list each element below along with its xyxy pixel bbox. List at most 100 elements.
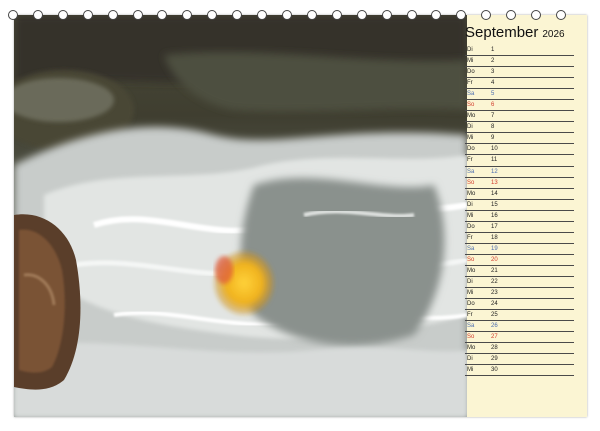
- year-label: 2026: [542, 29, 565, 40]
- day-number: 21: [491, 267, 498, 274]
- binding-hole: [456, 10, 467, 20]
- day-number: 11: [491, 157, 498, 164]
- binding-hole: [157, 10, 168, 20]
- weekday-label: Di: [467, 47, 473, 53]
- day-row: Mo 7: [465, 111, 574, 123]
- day-number: 9: [491, 135, 495, 142]
- weekday-label: Mo: [467, 267, 476, 274]
- spiral-binding: [8, 8, 566, 24]
- binding-hole: [282, 10, 292, 20]
- binding-hole: [406, 10, 417, 20]
- binding-hole: [381, 10, 392, 20]
- day-row: Di 8: [465, 122, 574, 134]
- day-number: 5: [491, 91, 495, 98]
- day-row: Fr 25: [465, 310, 574, 322]
- day-row: Mi 9: [465, 133, 574, 145]
- day-row: Mi 16: [465, 211, 574, 222]
- stream-photo: [14, 15, 467, 417]
- day-list: Di 1 Mi 2 Do 3 Fr 4 Sa 5 So 6 Mo 7 Di 8 Mi 9 Do 10 Fr 11 Sa 12 S…: [465, 45, 574, 377]
- binding-hole: [57, 10, 68, 20]
- day-number: 2: [491, 58, 495, 65]
- weekday-label: Fr: [467, 157, 473, 164]
- weekday-label: Fr: [467, 80, 473, 87]
- day-row: Fr 18: [465, 233, 574, 244]
- day-row: So 27: [465, 332, 574, 344]
- day-number: 13: [491, 179, 498, 186]
- binding-hole: [481, 10, 492, 20]
- weekday-label: Do: [467, 69, 475, 76]
- binding-hole: [257, 10, 268, 20]
- weekday-label: Do: [467, 146, 475, 153]
- weekday-label: Mi: [467, 212, 474, 219]
- weekday-label: Di: [467, 278, 473, 285]
- day-number: 25: [491, 312, 498, 319]
- weekday-label: Sa: [467, 91, 475, 98]
- weekday-label: Mi: [467, 58, 474, 65]
- day-row: So 6: [465, 100, 574, 112]
- day-number: 20: [491, 256, 498, 263]
- day-number: 29: [491, 356, 498, 363]
- binding-hole: [431, 10, 442, 20]
- day-row: Di 29: [465, 354, 574, 366]
- weekday-label: Sa: [467, 323, 475, 330]
- binding-hole: [8, 10, 18, 20]
- day-row: Mi 23: [465, 288, 574, 300]
- day-row: Sa 26: [465, 321, 574, 333]
- day-number: 8: [491, 124, 495, 131]
- day-number: 26: [491, 323, 498, 330]
- weekday-label: So: [467, 256, 475, 263]
- month-name: September: [465, 24, 539, 41]
- day-number: 16: [491, 212, 498, 219]
- weekday-label: Mo: [467, 190, 476, 197]
- weekday-label: So: [467, 102, 475, 109]
- day-row: Sa 5: [465, 89, 574, 101]
- binding-hole: [82, 10, 93, 20]
- binding-hole: [556, 10, 566, 20]
- day-number: 24: [491, 301, 498, 308]
- day-number: 30: [491, 367, 498, 374]
- day-number: 1: [491, 47, 495, 53]
- day-row: Do 10: [465, 144, 574, 156]
- day-row: Di 22: [465, 277, 574, 289]
- weekday-label: Mo: [467, 345, 476, 352]
- day-row: So 20: [465, 255, 574, 266]
- day-row: Sa 12: [465, 167, 574, 178]
- binding-hole: [232, 10, 243, 20]
- day-row: Do 24: [465, 299, 574, 311]
- weekday-label: Di: [467, 201, 473, 208]
- weekday-label: Mi: [467, 367, 474, 374]
- weekday-label: So: [467, 334, 475, 341]
- day-row: Mo 21: [465, 266, 574, 277]
- binding-hole: [306, 10, 317, 20]
- day-row: Sa 19: [465, 244, 574, 255]
- day-number: 28: [491, 345, 498, 352]
- day-number: 10: [491, 146, 498, 153]
- day-row: Mo 28: [465, 343, 574, 355]
- day-number: 15: [491, 201, 498, 208]
- weekday-label: Fr: [467, 312, 473, 319]
- binding-hole: [331, 10, 342, 20]
- day-number: 17: [491, 223, 498, 230]
- binding-hole: [506, 10, 517, 20]
- day-row: Do 3: [465, 67, 574, 79]
- day-row: Mo 14: [465, 189, 574, 200]
- day-number: 14: [491, 190, 498, 197]
- weekday-label: Sa: [467, 168, 475, 175]
- weekday-label: Di: [467, 356, 473, 363]
- binding-hole: [107, 10, 118, 20]
- day-row: Fr 11: [465, 155, 574, 167]
- month-title: September 2026: [465, 24, 571, 46]
- day-row: Mi 30: [465, 365, 574, 377]
- day-number: 4: [491, 80, 495, 87]
- day-number: 3: [491, 69, 495, 76]
- day-number: 7: [491, 113, 495, 120]
- day-number: 27: [491, 334, 498, 341]
- binding-hole: [132, 10, 143, 20]
- binding-hole: [207, 10, 218, 20]
- day-number: 22: [491, 278, 498, 285]
- day-row: So 13: [465, 178, 574, 189]
- day-number: 19: [491, 245, 498, 252]
- weekday-label: Do: [467, 301, 475, 308]
- weekday-label: Mi: [467, 135, 474, 142]
- day-number: 23: [491, 290, 498, 297]
